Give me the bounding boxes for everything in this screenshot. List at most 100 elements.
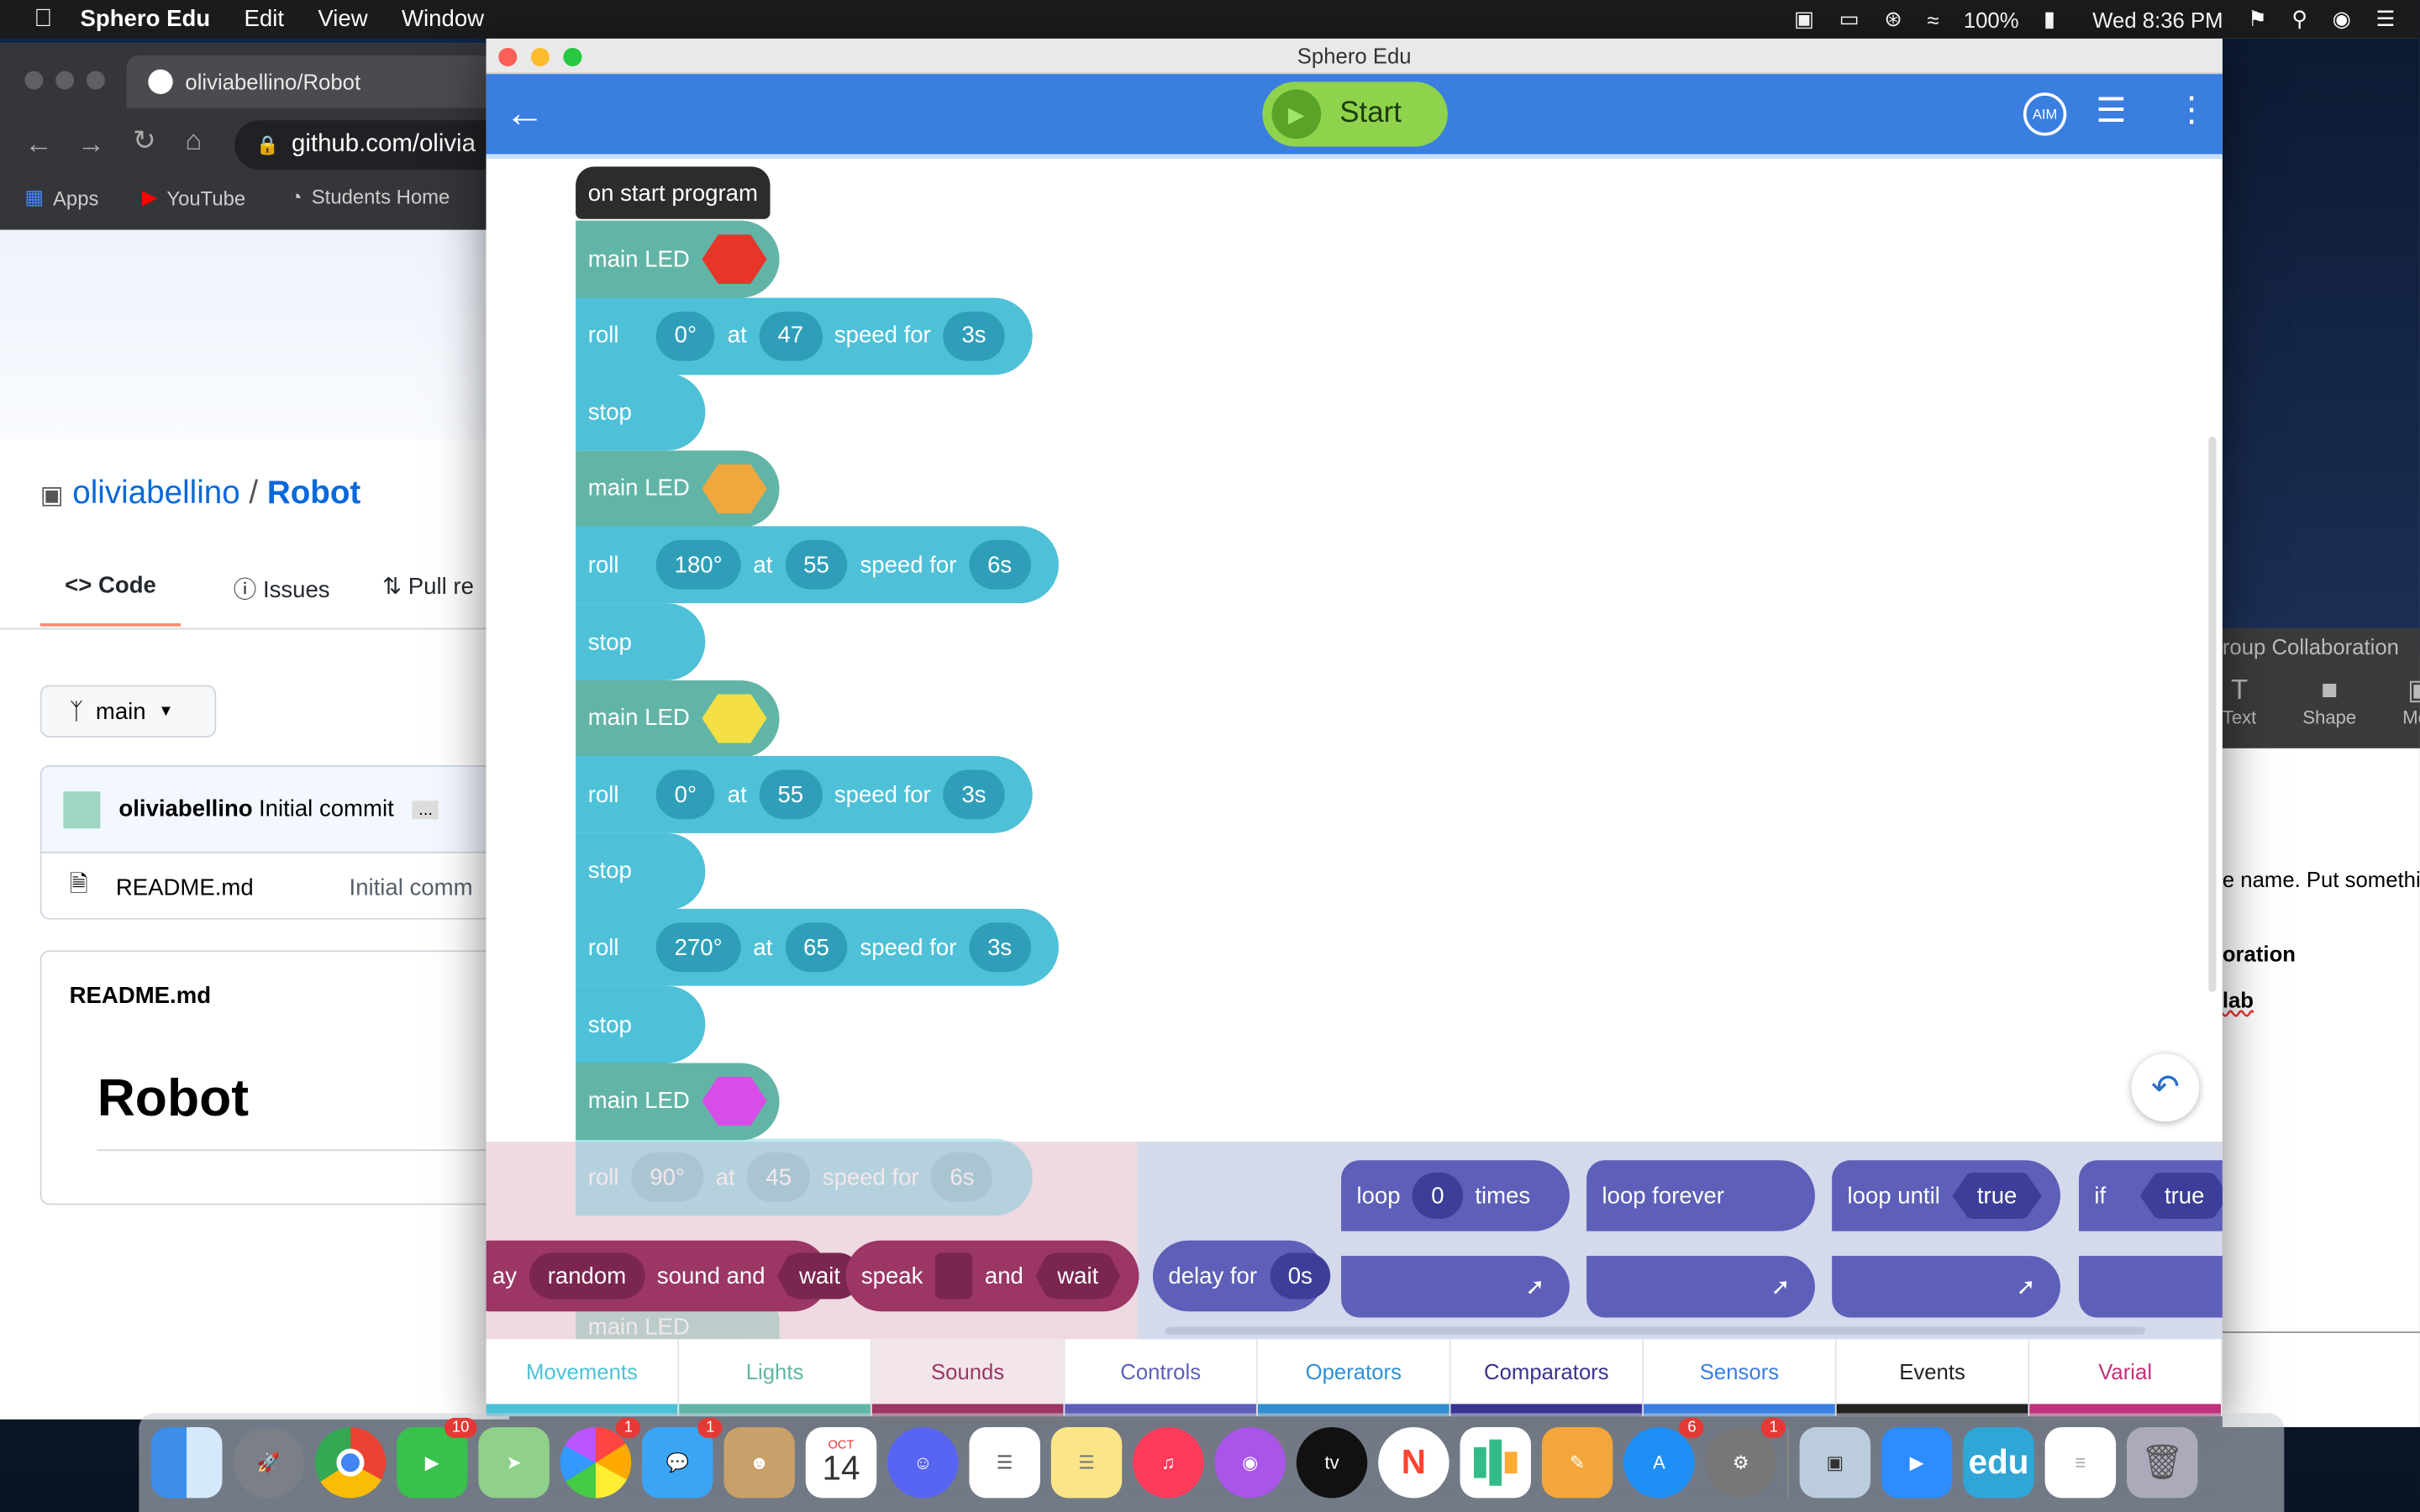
speak-block[interactable]: speak and wait — [845, 1240, 1139, 1312]
repo-owner-link[interactable]: oliviabellino — [72, 475, 239, 511]
heading-value[interactable]: 0° — [655, 769, 716, 820]
control-center-icon[interactable]: ☰ — [2375, 6, 2395, 32]
repo-name-link[interactable]: Robot — [267, 475, 360, 511]
roll-block[interactable]: roll 0° at 47 speed for 3s — [576, 297, 1033, 375]
flag-icon[interactable]: ⚑ — [2248, 6, 2267, 32]
sphero-edu-icon[interactable]: edu — [1963, 1426, 2034, 1499]
speak-text-input[interactable] — [935, 1252, 973, 1299]
faded-roll-block[interactable]: roll 90° at 45 speed for 6s — [576, 1138, 1033, 1216]
tab-pull-requests[interactable]: ⇅ Pull re — [382, 572, 474, 626]
heading-value[interactable]: 0° — [655, 311, 716, 361]
more-options-icon[interactable]: ⋮ — [2175, 90, 2208, 130]
condition-value[interactable]: true — [2139, 1172, 2223, 1219]
branch-select[interactable]: ᛉ main ▼ — [39, 685, 217, 738]
undo-button[interactable]: ↶ — [2131, 1053, 2200, 1122]
zoom-window-button[interactable] — [86, 71, 105, 90]
contacts-icon[interactable]: ☻ — [723, 1426, 795, 1499]
duration-value[interactable]: 3s — [969, 923, 1031, 973]
reminders-icon[interactable]: ☰ — [969, 1426, 1040, 1499]
speed-value[interactable]: 55 — [785, 540, 848, 591]
bluetooth-icon[interactable]: ⊛ — [1884, 6, 1902, 32]
if-block[interactable]: if true — [2079, 1160, 2223, 1231]
close-window-button[interactable] — [24, 71, 44, 90]
menu-edit[interactable]: Edit — [245, 6, 284, 32]
news-icon[interactable]: N — [1378, 1426, 1449, 1499]
avatar[interactable] — [63, 790, 101, 828]
close-window-button[interactable] — [498, 47, 518, 66]
condition-value[interactable]: true — [1952, 1172, 2042, 1219]
shape-tool[interactable]: ■ Shape — [2302, 675, 2356, 728]
led-color-swatch[interactable] — [702, 693, 767, 743]
calendar-icon[interactable]: OCT 14 — [805, 1426, 877, 1499]
roll-block[interactable]: roll 270° at 65 speed for 3s — [576, 909, 1059, 987]
category-tab-lights[interactable]: Lights — [679, 1339, 872, 1417]
forward-icon[interactable]: → — [77, 128, 105, 160]
palette-scrollbar[interactable] — [1165, 1326, 2146, 1335]
aim-button[interactable]: AIM — [2023, 92, 2067, 136]
back-icon[interactable]: ← — [24, 128, 52, 160]
heading-value[interactable]: 270° — [655, 923, 741, 973]
stop-block[interactable]: stop — [576, 373, 706, 451]
document-thumbnail-icon[interactable]: ☰ — [2044, 1426, 2117, 1499]
category-tab-operators[interactable]: Operators — [1257, 1339, 1451, 1417]
apple-tv-icon[interactable]: tv — [1296, 1426, 1368, 1499]
category-tab-sensors[interactable]: Sensors — [1644, 1339, 1837, 1417]
app-store-icon[interactable]: A6 — [1623, 1417, 1704, 1499]
system-preferences-icon[interactable]: ⚙ 1 — [1705, 1417, 1786, 1499]
on-start-program-block[interactable]: on start program — [576, 166, 771, 219]
category-tab-varial[interactable]: Varial — [2029, 1339, 2223, 1417]
zoom-status-icon[interactable]: ▣ — [1794, 6, 1814, 32]
led-color-swatch[interactable] — [702, 464, 767, 514]
finder-icon[interactable] — [150, 1426, 223, 1499]
delay-block[interactable]: delay for 0s — [1153, 1240, 1331, 1312]
led-color-swatch[interactable] — [702, 234, 767, 284]
sound-select[interactable]: random — [529, 1252, 645, 1299]
loop-times-block[interactable]: loop 0 times — [1341, 1160, 1570, 1231]
speed-value[interactable]: 45 — [747, 1152, 811, 1202]
zoom-window-button[interactable] — [563, 47, 582, 66]
scrollbar[interactable] — [2208, 436, 2217, 992]
maps-icon[interactable]: ➤ — [478, 1426, 550, 1499]
roll-block[interactable]: roll 180° at 55 speed for 6s — [576, 527, 1059, 604]
facetime-icon[interactable]: ▶ 10 — [397, 1417, 477, 1499]
file-link[interactable]: README.md — [116, 874, 254, 900]
duration-value[interactable]: 6s — [969, 540, 1031, 591]
start-button[interactable]: ▶ Start — [1262, 81, 1448, 147]
battery-icon[interactable]: ▮ — [2044, 6, 2055, 32]
main-led-block[interactable]: main LED — [576, 1062, 780, 1140]
apple-icon[interactable]:  — [34, 5, 52, 33]
siri-icon[interactable]: ◉ — [2333, 6, 2351, 32]
wifi-icon[interactable]: ≈ — [1927, 7, 1939, 31]
loop-forever-block[interactable]: loop forever — [1586, 1160, 1815, 1231]
speed-value[interactable]: 65 — [785, 923, 848, 973]
discord-icon[interactable]: ☺ — [887, 1426, 959, 1499]
stop-block[interactable]: stop — [576, 832, 706, 911]
clock[interactable]: Wed 8:36 PM — [2092, 7, 2223, 31]
duration-value[interactable]: 3s — [943, 311, 1005, 361]
minimize-window-button[interactable] — [55, 71, 75, 90]
spotlight-search-icon[interactable]: ⚲ — [2291, 6, 2307, 32]
heading-value[interactable]: 90° — [631, 1152, 703, 1202]
pages-icon[interactable]: ✎ — [1541, 1426, 1613, 1499]
media-tool[interactable]: ▣Med — [2402, 675, 2420, 728]
category-tab-comparators[interactable]: Comparators — [1450, 1339, 1644, 1417]
music-icon[interactable]: ♫ — [1133, 1426, 1204, 1499]
commit-message[interactable]: Initial commit — [259, 796, 394, 822]
menu-view[interactable]: View — [318, 6, 367, 32]
notes-icon[interactable]: ☰ — [1050, 1426, 1123, 1499]
menu-app-name[interactable]: Sphero Edu — [81, 6, 211, 32]
main-led-block[interactable]: main LED — [576, 680, 780, 758]
browser-tab[interactable]: oliviabellino/Robot — [126, 55, 510, 108]
podcasts-icon[interactable]: ◉ — [1214, 1426, 1286, 1499]
tab-code[interactable]: <> Code — [39, 572, 182, 627]
file-commit-message[interactable]: Initial comm — [350, 874, 473, 900]
address-bar[interactable]: 🔒 github.com/olivia — [234, 120, 510, 171]
play-sound-block[interactable]: ay random sound and wait — [486, 1240, 862, 1312]
category-tab-controls[interactable]: Controls — [1065, 1339, 1258, 1417]
category-tab-events[interactable]: Events — [1836, 1339, 2030, 1417]
delay-value[interactable]: 0s — [1269, 1252, 1331, 1299]
chrome-icon[interactable] — [314, 1426, 387, 1499]
main-led-block[interactable]: main LED — [576, 220, 780, 298]
duration-value[interactable]: 3s — [943, 769, 1005, 820]
messages-icon[interactable]: 💬 1 — [642, 1417, 723, 1499]
